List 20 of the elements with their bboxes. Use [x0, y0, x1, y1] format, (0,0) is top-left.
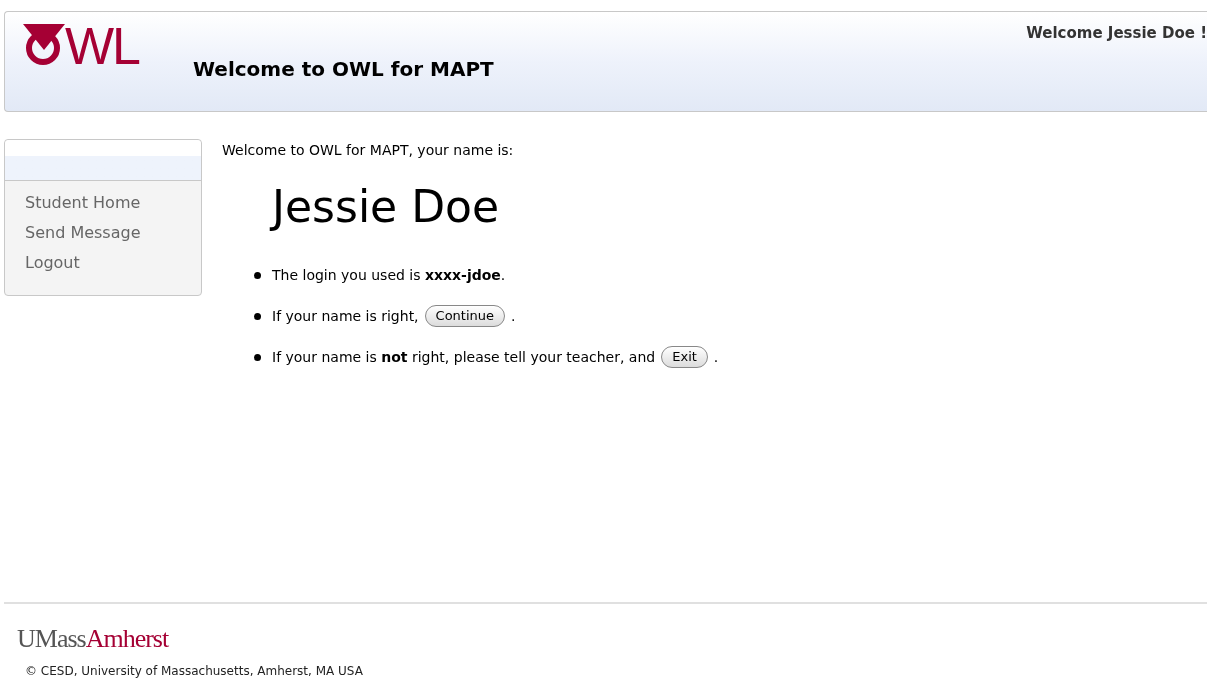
- period-text: .: [511, 306, 516, 326]
- bullet-icon: [254, 312, 261, 320]
- action-button[interactable]: Exit: [661, 346, 708, 368]
- action-button[interactable]: Continue: [424, 305, 506, 327]
- period-text: .: [713, 347, 719, 367]
- sidebar-link[interactable]: Send Message: [25, 222, 141, 244]
- intro-text: Welcome to OWL for MAPT, your name is:: [222, 141, 515, 160]
- sidebar-link[interactable]: Logout: [25, 252, 80, 274]
- sidebar-link[interactable]: Student Home: [25, 192, 141, 214]
- logo-text: WL: [65, 20, 139, 72]
- info-sentence: If your name is not right, please tell your teacher, and: [272, 347, 656, 367]
- bullet-icon: [254, 353, 261, 361]
- page-title: Welcome to OWL for MAPT: [193, 56, 494, 83]
- info-sentence: The login you used is xxxx-jdoe.: [272, 265, 506, 285]
- welcome-greeting: Welcome Jessie Doe !: [1026, 23, 1207, 44]
- bullet-icon: [254, 271, 261, 279]
- owl-logo-icon: [23, 22, 67, 66]
- umass-logo: UMassAmherst: [17, 626, 169, 652]
- info-sentence: If your name is right,: [272, 306, 419, 326]
- copyright-text: © CESD, University of Massachusetts, Amherst, MA USA: [25, 663, 364, 680]
